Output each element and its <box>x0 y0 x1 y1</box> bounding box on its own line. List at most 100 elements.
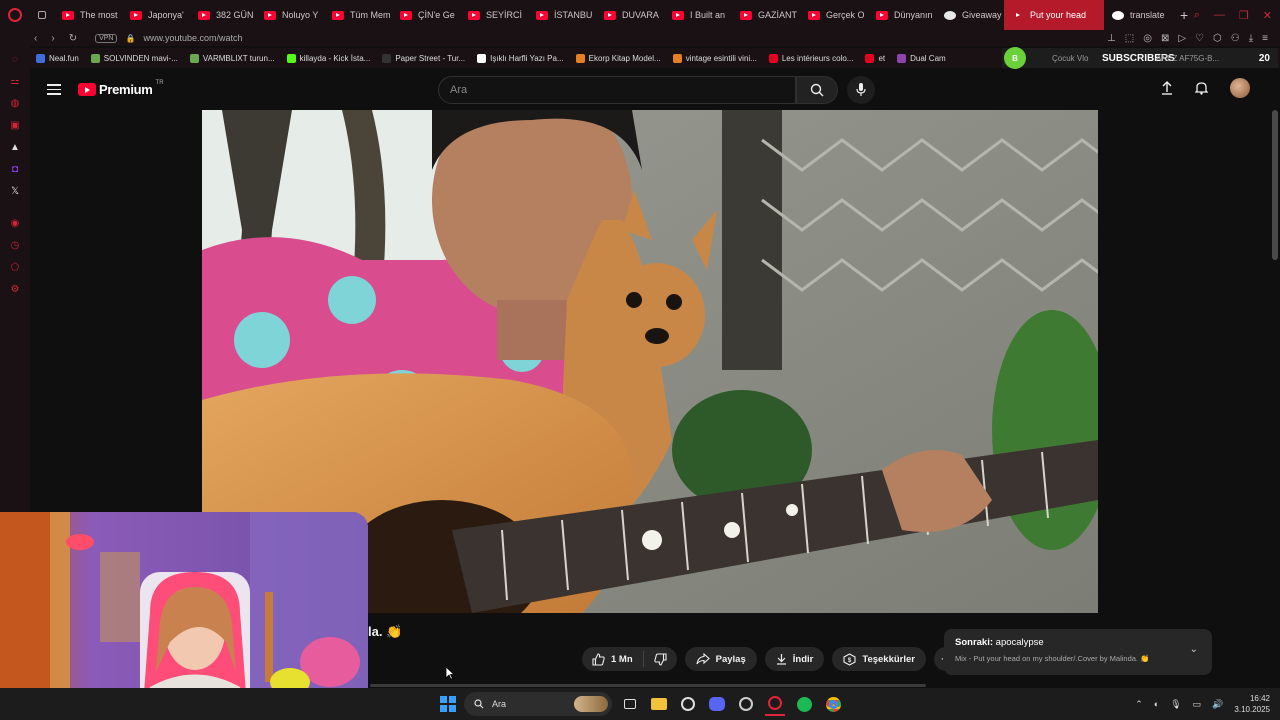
dislike-button[interactable] <box>644 652 677 666</box>
microphone-icon[interactable]: 🎙 <box>1170 699 1181 710</box>
steam-icon[interactable] <box>736 692 756 716</box>
notifications-bell-icon[interactable] <box>1195 81 1208 95</box>
window-controls: ⌕ — ❐ ✕ <box>1194 0 1272 30</box>
page-scrollbar[interactable] <box>1272 110 1278 260</box>
bookmark-item[interactable]: VARMBLIXT turun... <box>184 53 281 63</box>
back-icon[interactable]: ‹ <box>34 33 37 44</box>
share-button[interactable]: Paylaş <box>684 647 757 671</box>
lock-icon[interactable]: 🔒 <box>125 34 135 43</box>
search-tabs-icon[interactable]: ⌕ <box>1194 9 1200 22</box>
browser-tab[interactable]: İSTANBU <box>528 0 596 30</box>
close-icon[interactable]: ✕ <box>1263 9 1272 22</box>
up-next-subtitle: Mix - Put your head on my shoulder/.Cove… <box>955 654 1150 663</box>
browser-tab[interactable]: The most <box>54 0 122 30</box>
bookmark-item[interactable]: SOLVINDEN mavi-... <box>85 53 184 63</box>
thanks-button[interactable]: $ Teşekkürler <box>832 647 926 671</box>
clock[interactable]: 16:42 3.10.2025 <box>1234 693 1270 715</box>
bookmark-item[interactable]: Işıklı Harfli Yazı Pa... <box>471 53 570 63</box>
bookmark-item[interactable]: Dual Cam <box>891 53 952 63</box>
horizontal-scroll-track[interactable] <box>370 684 926 687</box>
twitch-icon[interactable]: ◘ <box>0 158 30 180</box>
pin-icon[interactable]: ⊥ <box>1107 33 1116 44</box>
bookmark-item[interactable]: Ekorp Kitap Model... <box>570 53 667 63</box>
obs-icon[interactable] <box>678 692 698 716</box>
browser-tab[interactable]: Tüm Mem <box>324 0 392 30</box>
browser-tab[interactable]: Noluyo Y <box>256 0 324 30</box>
browser-tab[interactable]: 382 GÜN <box>190 0 256 30</box>
taskbar-search[interactable]: Ara <box>464 692 612 716</box>
like-button[interactable]: 1 Mn <box>582 651 644 667</box>
forward-icon[interactable]: › <box>51 33 54 44</box>
spotify-icon[interactable] <box>794 692 814 716</box>
screenshot-icon[interactable]: ⬚ <box>1125 33 1134 44</box>
voice-search-button[interactable] <box>847 76 875 104</box>
discord-icon[interactable] <box>707 692 727 716</box>
whatsapp-icon[interactable]: ◍ <box>0 92 30 114</box>
browser-tab[interactable]: Gerçek O <box>800 0 868 30</box>
search-input[interactable]: Ara <box>438 76 796 104</box>
network-icon[interactable]: ▭ <box>1193 699 1202 710</box>
browser-tab[interactable]: DUVARA <box>596 0 664 30</box>
aria-icon[interactable]: ◌ <box>0 48 30 70</box>
start-button[interactable] <box>440 696 456 712</box>
chrome-icon[interactable] <box>823 692 843 716</box>
volume-icon[interactable]: 🔊 <box>1212 699 1223 710</box>
menu-icon[interactable]: ≡ <box>1262 33 1268 44</box>
youtube-icon <box>400 10 412 20</box>
bookmark-item[interactable]: Les intérieurs colo... <box>763 53 860 63</box>
heart-icon[interactable]: ♡ <box>1195 33 1204 44</box>
instagram-icon[interactable]: ▣ <box>0 114 30 136</box>
kick-icon[interactable]: ▲ <box>0 136 30 158</box>
opera-logo-icon[interactable] <box>0 0 30 30</box>
extension-icon[interactable]: ⊠ <box>1161 33 1169 44</box>
x-icon[interactable]: 𝕏 <box>0 180 30 202</box>
bookmark-item[interactable]: et <box>859 53 891 63</box>
camera-icon[interactable]: ◎ <box>1143 33 1152 44</box>
opera-gx-icon[interactable] <box>765 692 785 716</box>
maximize-icon[interactable]: ❐ <box>1239 9 1249 22</box>
task-view-icon[interactable] <box>620 692 640 716</box>
browser-tab[interactable]: GAZİANT <box>732 0 800 30</box>
browser-tab[interactable]: ÇİN'e Ge <box>392 0 460 30</box>
download-button[interactable]: İndir <box>764 647 825 671</box>
player-icon[interactable]: ▷ <box>1178 33 1186 44</box>
browser-tab[interactable]: Japonya' <box>122 0 190 30</box>
chevron-up-icon[interactable]: ⌃ <box>1135 699 1143 710</box>
browser-tab[interactable]: Giveaway <box>936 0 1004 30</box>
minimize-icon[interactable]: — <box>1214 9 1225 21</box>
up-next-card[interactable]: Sonraki: apocalypse Mix - Put your head … <box>944 629 1212 675</box>
download-icon[interactable]: ⤓ <box>1249 33 1253 44</box>
copilot-icon[interactable]: ◐ <box>1154 699 1159 709</box>
url-field[interactable]: www.youtube.com/watch <box>143 33 242 43</box>
reload-icon[interactable]: ↻ <box>69 33 77 44</box>
browser-tab[interactable]: Put your head <box>1004 0 1104 30</box>
browser-tab[interactable]: Dünyanın <box>868 0 936 30</box>
bookmark-item[interactable]: killayda - Kick İsta... <box>281 53 377 63</box>
extensions-icon[interactable]: ⬠ <box>0 256 30 278</box>
chevron-down-icon[interactable]: ⌄ <box>1190 644 1198 655</box>
bookmark-label: killayda - Kick İsta... <box>299 53 371 63</box>
puzzle-icon[interactable]: ⬡ <box>1213 33 1222 44</box>
browser-tab[interactable]: SEYİRCİ <box>460 0 528 30</box>
subscribers-count: 20 <box>1258 52 1270 64</box>
file-explorer-icon[interactable] <box>649 692 669 716</box>
browser-tab[interactable]: I Built an <box>664 0 732 30</box>
vpn-badge[interactable]: VPN <box>95 33 118 43</box>
workspace-icon[interactable] <box>30 0 54 30</box>
youtube-premium-logo[interactable]: Premium TR <box>78 80 164 97</box>
upload-icon[interactable] <box>1161 81 1173 95</box>
search-button[interactable] <box>796 76 838 104</box>
bookmark-item[interactable]: vintage esintili vini... <box>667 53 763 63</box>
new-tab-button[interactable]: + <box>1172 7 1196 23</box>
avatar[interactable] <box>1230 78 1250 98</box>
browser-tab[interactable]: translate <box>1104 0 1172 30</box>
wallet-icon[interactable]: ⚇ <box>1231 33 1240 44</box>
google-icon <box>1112 10 1124 20</box>
messenger-icon[interactable]: ⚍ <box>0 70 30 92</box>
hamburger-menu-icon[interactable] <box>47 84 61 95</box>
settings-icon[interactable]: ⚙ <box>0 278 30 300</box>
player-icon[interactable]: ◉ <box>0 212 30 234</box>
bookmark-item[interactable]: Paper Street - Tur... <box>376 53 471 63</box>
history-icon[interactable]: ◷ <box>0 234 30 256</box>
bookmark-item[interactable]: Neal.fun <box>30 53 85 63</box>
